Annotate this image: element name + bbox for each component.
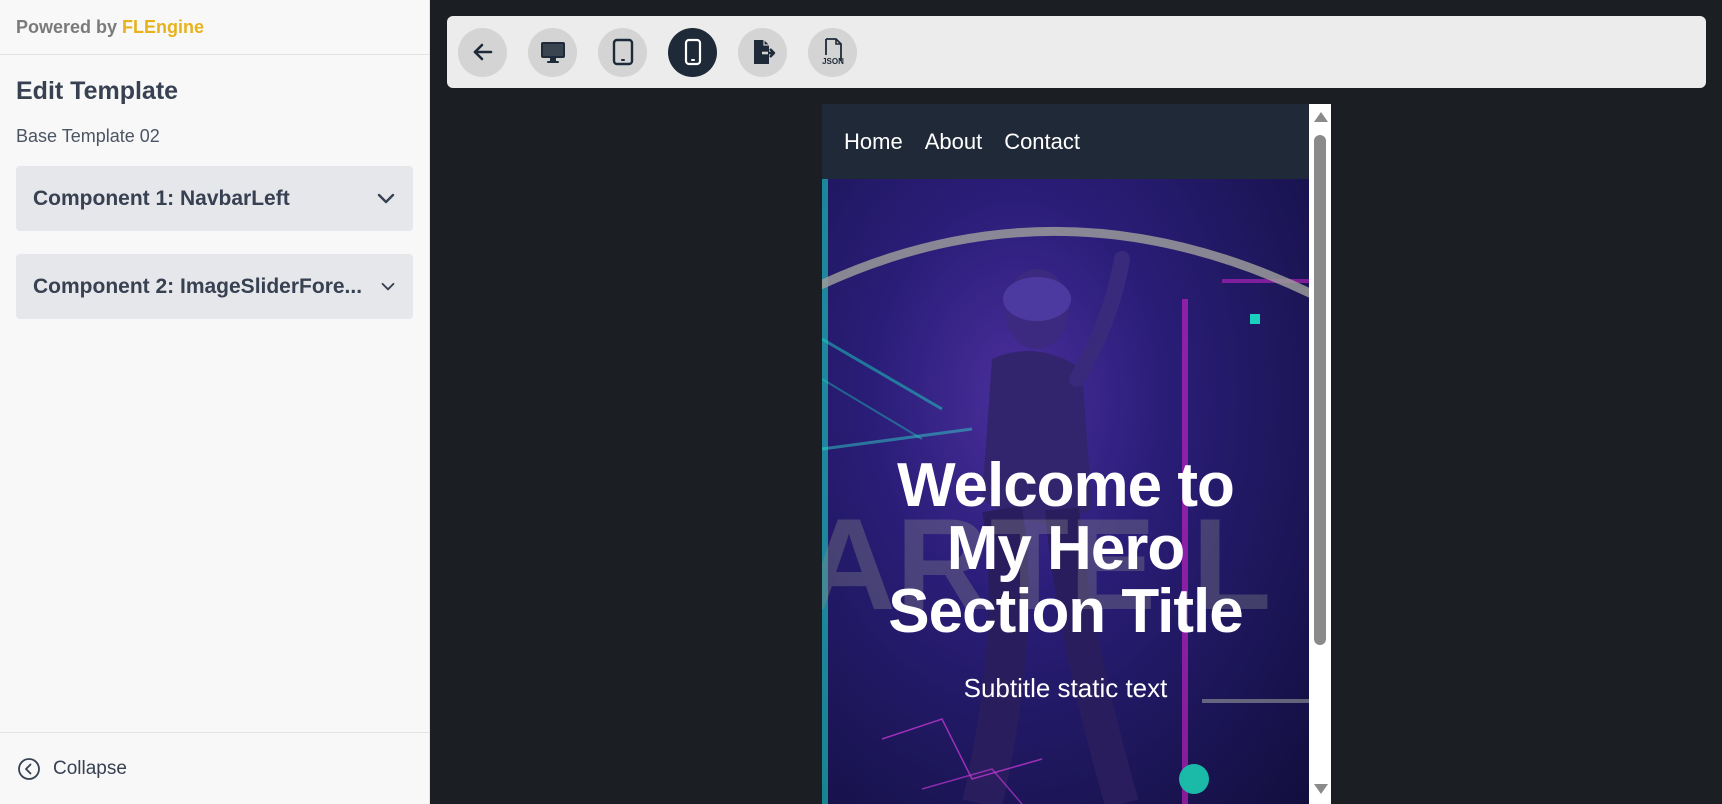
brand-name[interactable]: FLEngine — [122, 17, 204, 37]
component-label: Component 2: ImageSliderFore... — [33, 274, 363, 298]
preview-scrollbar[interactable] — [1309, 104, 1331, 804]
collapse-label: Collapse — [53, 757, 127, 779]
json-label: JSON — [822, 57, 844, 66]
hero-title-line: Welcome to — [897, 451, 1235, 520]
page-title: Edit Template — [16, 77, 179, 105]
file-export-icon — [753, 40, 775, 64]
scroll-up-arrow-icon[interactable] — [1314, 112, 1328, 122]
tablet-icon — [612, 38, 633, 66]
back-button[interactable] — [458, 27, 507, 77]
json-export-button[interactable]: JSON — [808, 27, 857, 77]
export-button[interactable] — [738, 27, 787, 77]
template-name: Base Template 02 — [16, 126, 160, 146]
device-toolbar: JSON — [447, 16, 1706, 88]
mobile-preview-frame: Home About Contact ARTE L E — [822, 104, 1331, 804]
nav-link-contact[interactable]: Contact — [1004, 129, 1080, 155]
arrow-left-icon — [473, 43, 492, 61]
collapse-button[interactable]: Collapse — [0, 732, 430, 804]
scroll-down-arrow-icon[interactable] — [1314, 784, 1328, 794]
smartphone-icon — [684, 38, 701, 66]
preview-navbar: Home About Contact — [822, 104, 1309, 179]
component-accordion-1[interactable]: Component 1: NavbarLeft — [16, 166, 413, 231]
hero-section: ARTE L E Welcome to My Hero Section Titl… — [822, 179, 1309, 804]
powered-by-text: Powered by — [16, 17, 118, 37]
component-label: Component 1: NavbarLeft — [33, 186, 290, 210]
nav-link-about[interactable]: About — [925, 129, 983, 155]
scroll-thumb[interactable] — [1314, 135, 1326, 645]
hero-title-line: Section Title — [888, 577, 1244, 646]
hero-title-line: My Hero — [946, 514, 1186, 583]
desktop-view-button[interactable] — [528, 27, 577, 77]
monitor-icon — [540, 42, 565, 63]
json-file-icon: JSON — [822, 38, 844, 66]
powered-by: Powered by FLEngine — [0, 0, 429, 55]
component-accordion-2[interactable]: Component 2: ImageSliderFore... — [16, 254, 413, 319]
tablet-view-button[interactable] — [598, 27, 647, 77]
chevron-left-circle-icon — [18, 757, 40, 780]
chevron-down-icon — [381, 282, 395, 290]
hero-title: Welcome to My Hero Section Title — [822, 454, 1309, 643]
mobile-view-button[interactable] — [668, 27, 717, 77]
hero-subtitle: Subtitle static text — [963, 673, 1168, 703]
chevron-down-icon — [377, 193, 395, 203]
sidebar: Powered by FLEngine Edit Template Base T… — [0, 0, 430, 804]
nav-link-home[interactable]: Home — [844, 129, 903, 155]
